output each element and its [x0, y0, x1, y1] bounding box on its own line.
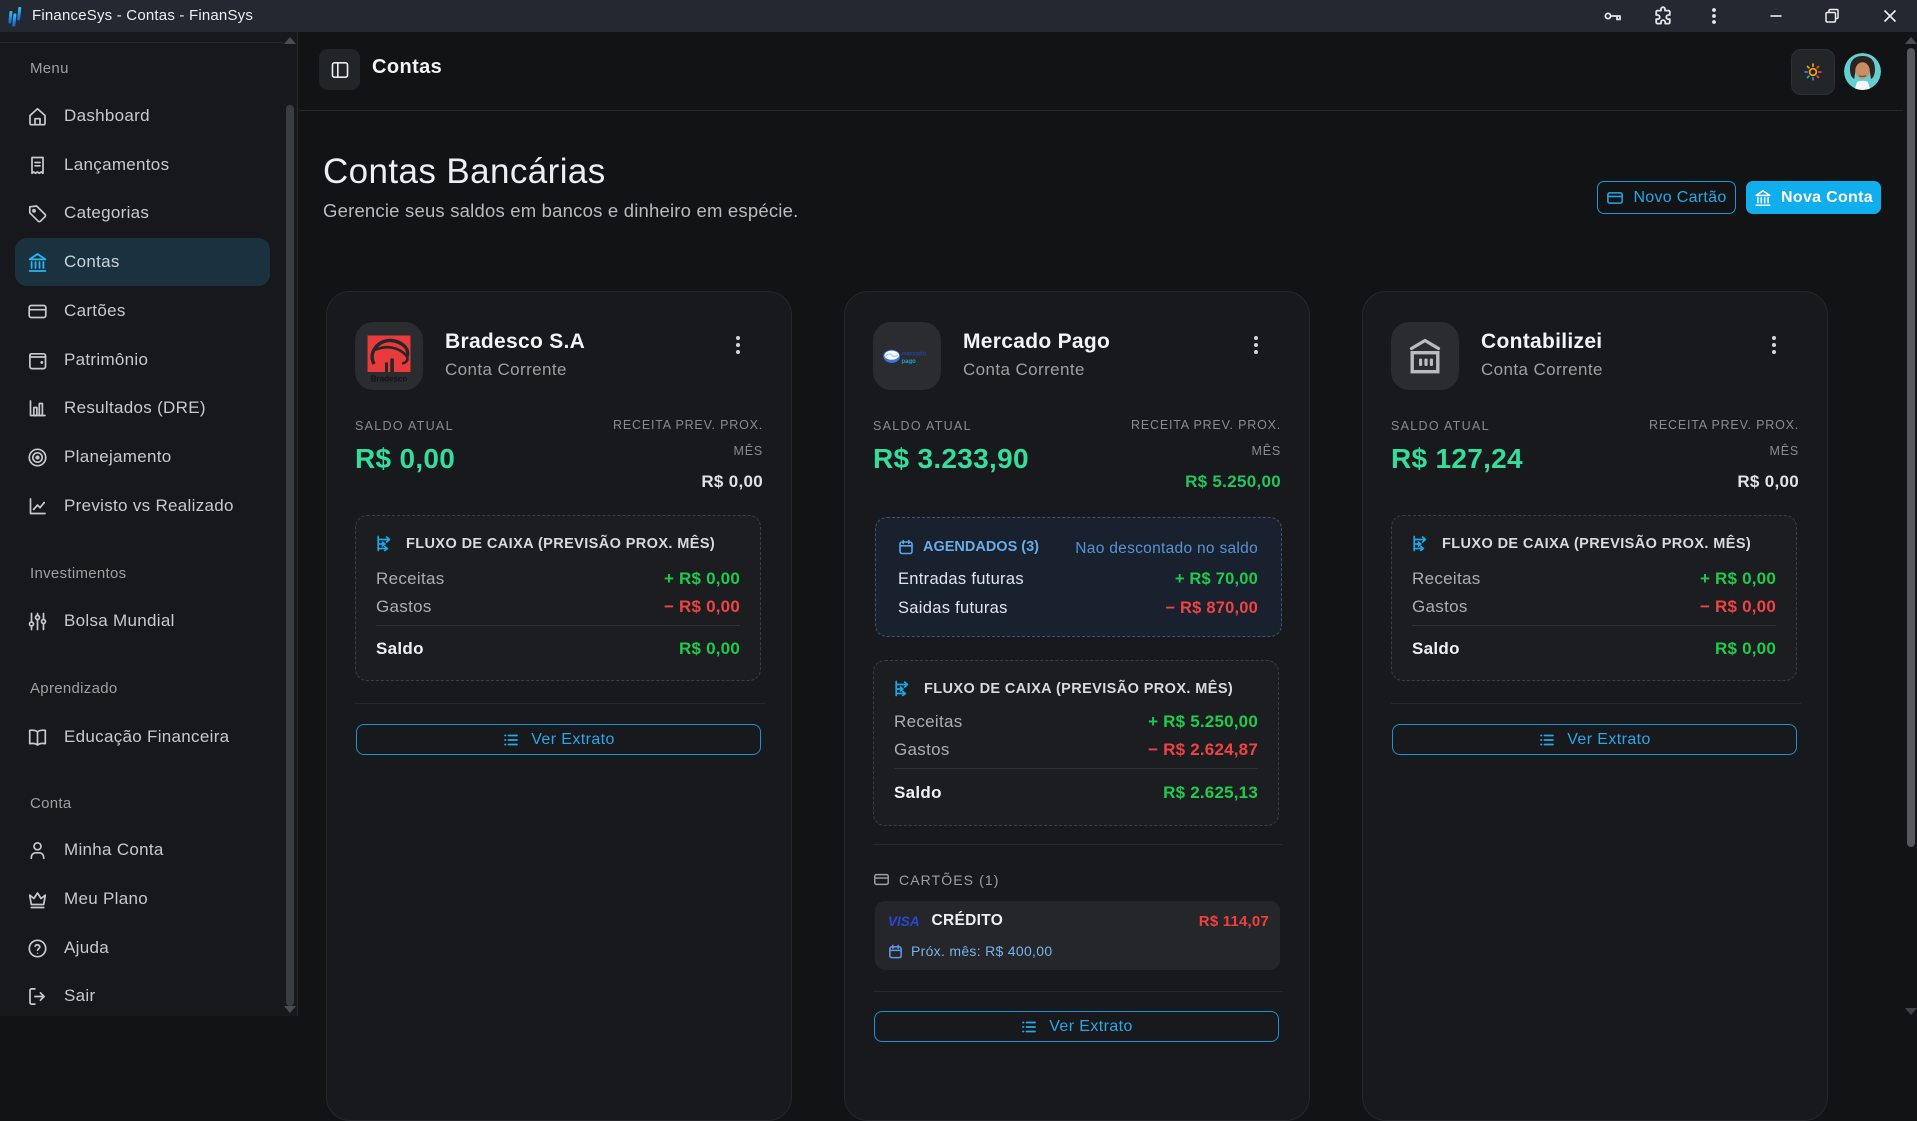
svg-text:pago: pago [902, 359, 917, 364]
svg-text:mercado: mercado [902, 351, 927, 357]
svg-text:Bradesco: Bradesco [371, 374, 408, 383]
